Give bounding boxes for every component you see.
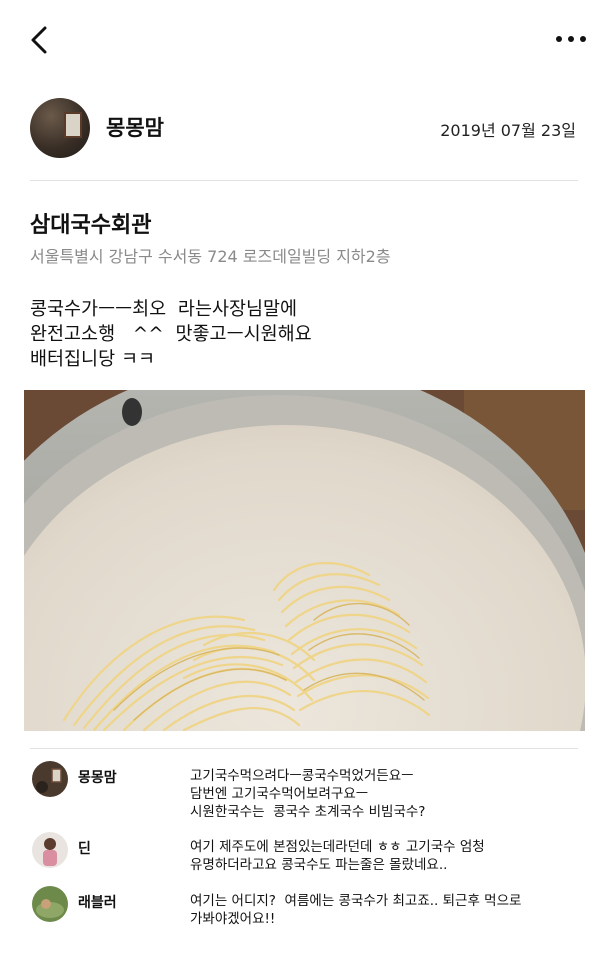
- comment-text: 고기국수먹으려다ㅡ콩국수먹었거든요ㅡ 담번엔 고기국수먹어보려구요ㅡ 시원한국수…: [190, 767, 570, 821]
- avatar-image: [32, 761, 68, 797]
- post-photo[interactable]: [24, 390, 585, 731]
- comment-text: 여기는 어디지? 여름에는 콩국수가 최고죠.. 퇴근후 먹으로 가봐야겠어요!…: [190, 892, 570, 928]
- avatar-image: [32, 832, 68, 868]
- post-body-line: 배터집니당 ㅋㅋ: [30, 349, 156, 370]
- noodle-bowl-image: [24, 390, 585, 731]
- author-avatar[interactable]: [30, 98, 90, 158]
- more-horizontal-icon: [556, 36, 586, 42]
- post-body-line: 콩국수가ㅡㅡ최오 라는사장님말에: [30, 299, 298, 320]
- avatar-image: [32, 886, 68, 922]
- commenter-avatar[interactable]: [32, 886, 68, 922]
- chevron-left-icon: [31, 26, 47, 54]
- comment-author[interactable]: 래블러: [78, 892, 117, 912]
- place-address: 서울특별시 강남구 수서동 724 로즈데일빌딩 지하2층: [30, 247, 391, 266]
- commenter-avatar[interactable]: [32, 832, 68, 868]
- place-name[interactable]: 삼대국수회관: [30, 207, 151, 239]
- author-name[interactable]: 몽몽맘: [106, 112, 164, 142]
- post-body: 콩국수가ㅡㅡ최오 라는사장님말에 완전고소행 ^^ 맛좋고ㅡ시원해요 배터집니당…: [30, 297, 580, 372]
- more-options-button[interactable]: [553, 26, 589, 52]
- comment-author[interactable]: 몽몽맘: [78, 767, 117, 787]
- comment-line: 유명하더라고요 콩국수도 파는줄은 몰랐네요..: [190, 857, 448, 873]
- comment-text: 여기 제주도에 본점있는데라던데 ㅎㅎ 고기국수 엄청 유명하더라고요 콩국수도…: [190, 838, 570, 874]
- divider: [30, 180, 578, 181]
- top-bar: [0, 0, 609, 80]
- divider: [30, 748, 578, 749]
- comment-line: 여기는 어디지? 여름에는 콩국수가 최고죠.. 퇴근후 먹으로: [190, 893, 522, 909]
- commenter-avatar[interactable]: [32, 761, 68, 797]
- comment-line: 여기 제주도에 본점있는데라던데 ㅎㅎ 고기국수 엄청: [190, 839, 485, 855]
- comment-line: 가봐야겠어요!!: [190, 911, 276, 927]
- back-button[interactable]: [26, 22, 56, 58]
- comment-line: 담번엔 고기국수먹어보려구요ㅡ: [190, 786, 369, 802]
- post-body-line: 완전고소행 ^^ 맛좋고ㅡ시원해요: [30, 324, 312, 345]
- comment-line: 시원한국수는 콩국수 초계국수 비빔국수?: [190, 804, 426, 820]
- comment-author[interactable]: 딘: [78, 838, 91, 858]
- comment-line: 고기국수먹으려다ㅡ콩국수먹었거든요ㅡ: [190, 768, 414, 784]
- post-author: 몽몽맘 2019년 07월 23일: [30, 98, 580, 160]
- post-date: 2019년 07월 23일: [440, 121, 576, 140]
